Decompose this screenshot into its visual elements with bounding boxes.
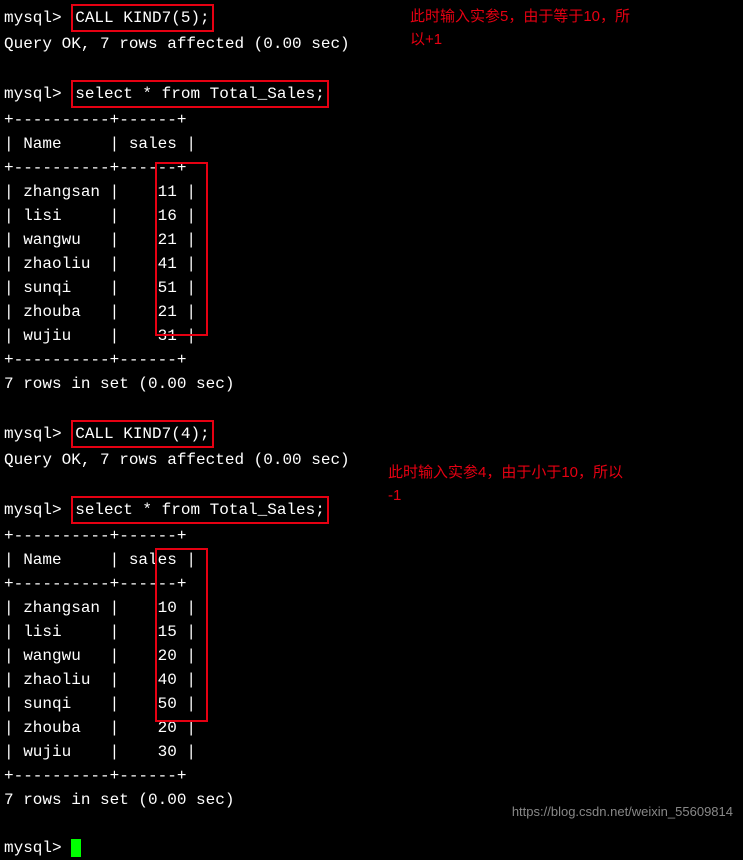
- table-row: | zhouba | 21 |: [4, 300, 739, 324]
- table-row: | lisi | 16 |: [4, 204, 739, 228]
- table-row: | sunqi | 50 |: [4, 692, 739, 716]
- cursor-icon: [71, 839, 81, 857]
- table2-body: | zhangsan | 10 || lisi | 15 || wangwu |…: [4, 596, 739, 764]
- call-command-2: mysql> CALL KIND7(4);: [4, 420, 739, 448]
- table-row: | wujiu | 30 |: [4, 740, 739, 764]
- table-row: | zhaoliu | 41 |: [4, 252, 739, 276]
- select-command-1: mysql> select * from Total_Sales;: [4, 80, 739, 108]
- prompt: mysql>: [4, 839, 62, 857]
- highlight-box-table1-values: [155, 162, 208, 336]
- table-header: | Name | sales |: [4, 548, 739, 572]
- table-row: | zhaoliu | 40 |: [4, 668, 739, 692]
- select-command-2: mysql> select * from Total_Sales;: [4, 496, 739, 524]
- table-row: | sunqi | 51 |: [4, 276, 739, 300]
- prompt: mysql>: [4, 425, 62, 443]
- table-border: +----------+------+: [4, 572, 739, 596]
- table-row: | zhangsan | 11 |: [4, 180, 739, 204]
- table-header: | Name | sales |: [4, 132, 739, 156]
- annotation-1: 此时输入实参5，由于等于10，所 以+1: [410, 6, 630, 51]
- table-border: +----------+------+: [4, 764, 739, 788]
- annotation-2: 此时输入实参4，由于小于10，所以 -1: [388, 462, 623, 507]
- table-border: +----------+------+: [4, 108, 739, 132]
- table-row: | lisi | 15 |: [4, 620, 739, 644]
- command-call1: CALL KIND7(5);: [71, 4, 213, 32]
- command-select2: select * from Total_Sales;: [71, 496, 329, 524]
- command-select1: select * from Total_Sales;: [71, 80, 329, 108]
- table-row: | wujiu | 31 |: [4, 324, 739, 348]
- query-result-2: Query OK, 7 rows affected (0.00 sec): [4, 448, 739, 472]
- table-row: | zhouba | 20 |: [4, 716, 739, 740]
- table-border: +----------+------+: [4, 348, 739, 372]
- prompt: mysql>: [4, 501, 62, 519]
- terminal-output: mysql> CALL KIND7(5); Query OK, 7 rows a…: [4, 4, 739, 860]
- prompt-cursor[interactable]: mysql>: [4, 836, 739, 860]
- prompt: mysql>: [4, 85, 62, 103]
- command-call2: CALL KIND7(4);: [71, 420, 213, 448]
- table-row: | wangwu | 21 |: [4, 228, 739, 252]
- rows-result: 7 rows in set (0.00 sec): [4, 372, 739, 396]
- table-border: +----------+------+: [4, 156, 739, 180]
- watermark: https://blog.csdn.net/weixin_55609814: [512, 802, 733, 822]
- prompt: mysql>: [4, 9, 62, 27]
- table-border: +----------+------+: [4, 524, 739, 548]
- table-row: | zhangsan | 10 |: [4, 596, 739, 620]
- table1-body: | zhangsan | 11 || lisi | 16 || wangwu |…: [4, 180, 739, 348]
- table-row: | wangwu | 20 |: [4, 644, 739, 668]
- highlight-box-table2-values: [155, 548, 208, 722]
